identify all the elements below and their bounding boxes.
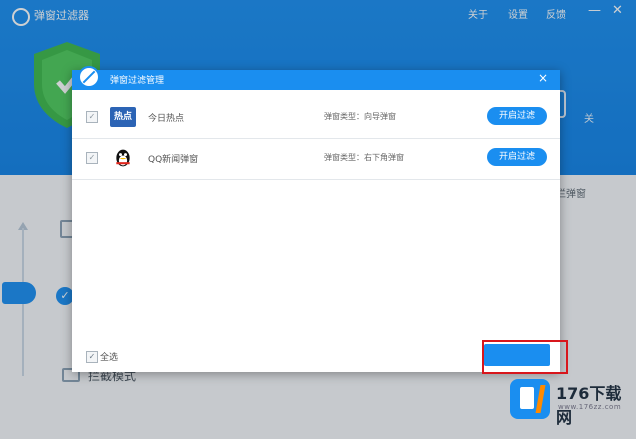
dialog-titlebar: 弹窗过滤管理 × — [72, 66, 560, 90]
select-all-checkbox[interactable]: ✓ — [86, 351, 98, 363]
dialog-title: 弹窗过滤管理 — [110, 76, 165, 86]
list-item: ✓ QQ新闻弹窗 弹窗类型：右下角弹窗 开启过滤 — [72, 139, 560, 180]
hotspot-logo-icon: 热点 — [110, 107, 136, 127]
popup-type: 弹窗类型：向导弹窗 — [324, 112, 396, 121]
row-checkbox[interactable]: ✓ — [86, 111, 98, 123]
highlight-box — [482, 340, 568, 374]
watermark-url: www.176zz.com — [558, 403, 622, 411]
select-all-label[interactable]: 全选 — [100, 350, 118, 363]
app-name: QQ新闻弹窗 — [148, 155, 199, 165]
phone-shape — [520, 387, 534, 409]
block-icon — [78, 66, 100, 88]
enable-filter-button[interactable]: 开启过滤 — [487, 107, 547, 125]
dialog-close-icon[interactable]: × — [538, 71, 548, 85]
enable-filter-button[interactable]: 开启过滤 — [487, 148, 547, 166]
accent-bar — [535, 385, 546, 413]
popup-type: 弹窗类型：右下角弹窗 — [324, 153, 404, 162]
watermark: 176下载网 www.176zz.com — [506, 375, 634, 427]
list-item: ✓ 热点 今日热点 弹窗类型：向导弹窗 开启过滤 — [72, 98, 560, 139]
app-name: 今日热点 — [148, 114, 185, 124]
watermark-logo-icon — [510, 379, 550, 419]
row-checkbox[interactable]: ✓ — [86, 152, 98, 164]
qq-penguin-icon — [116, 149, 130, 167]
popup-filter-dialog: 弹窗过滤管理 × ✓ 热点 今日热点 弹窗类型：向导弹窗 开启过滤 ✓ QQ新闻… — [72, 66, 560, 372]
